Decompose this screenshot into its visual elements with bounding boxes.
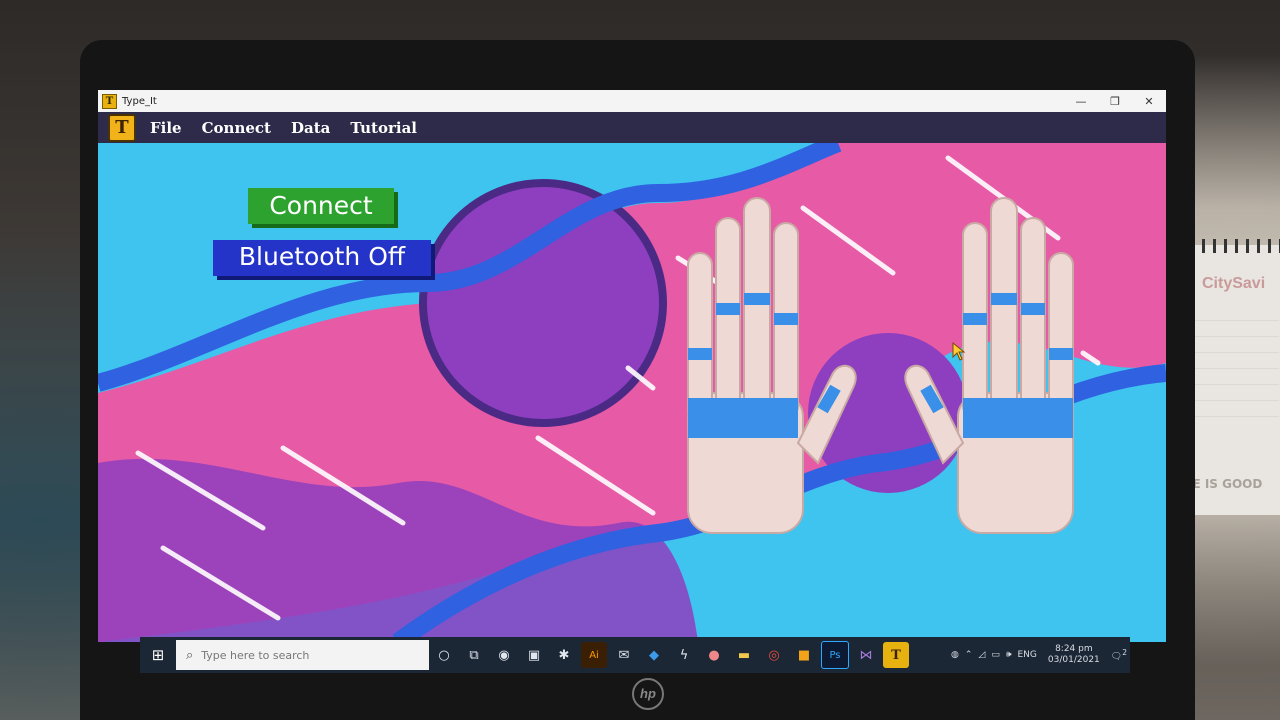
menu-connect[interactable]: Connect	[202, 119, 271, 137]
calendar-rings	[1180, 239, 1280, 253]
windows-logo-icon: ⊞	[151, 646, 165, 664]
left-finger-ring	[774, 313, 798, 325]
app-icon: T	[102, 93, 117, 109]
type-it-taskbar-icon[interactable]: T	[883, 642, 909, 668]
app-icon-misc[interactable]: ◉	[491, 642, 517, 668]
right-finger-ring	[991, 293, 1017, 305]
left-finger-ring	[744, 293, 770, 305]
bolt-icon[interactable]: ϟ	[671, 642, 697, 668]
app-logo: T	[108, 113, 136, 142]
left-finger	[687, 252, 713, 424]
main-canvas: Connect Bluetooth Off	[98, 143, 1166, 642]
menu-data[interactable]: Data	[291, 119, 330, 137]
mail-icon[interactable]: ✉	[611, 642, 637, 668]
menu-file[interactable]: File	[150, 119, 182, 137]
right-finger-ring	[1021, 303, 1045, 315]
clock[interactable]: 8:24 pm 03/01/2021	[1048, 644, 1100, 666]
volume-icon[interactable]: 🕪	[1006, 650, 1012, 660]
app-window: T Type_It — ❐ ✕ T File Connect Data Tuto…	[98, 90, 1166, 642]
close-button[interactable]: ✕	[1132, 95, 1166, 108]
search-placeholder: Type here to search	[201, 648, 310, 662]
calendar-brand: CitySavi	[1202, 275, 1266, 292]
right-finger-ring	[1049, 348, 1073, 360]
network-status-icon[interactable]: ◍	[951, 650, 959, 660]
file-explorer-icon[interactable]: ▬	[731, 642, 757, 668]
search-icon: ⌕	[186, 647, 194, 663]
visual-studio-icon[interactable]: ⋈	[853, 642, 879, 668]
window-title: Type_It	[122, 95, 157, 107]
chevron-up-icon[interactable]: ⌃	[965, 650, 973, 660]
clock-time: 8:24 pm	[1055, 644, 1093, 654]
notification-icon[interactable]: 🗨2	[1111, 648, 1127, 662]
language-indicator[interactable]: ENG	[1018, 650, 1037, 660]
left-finger	[715, 217, 741, 419]
system-tray: ◍ ⌃ ◿ ▭ 🕪 ENG 8:24 pm 03/01/2021 🗨2	[948, 644, 1130, 666]
bluetooth-toggle-button[interactable]: Bluetooth Off	[213, 240, 431, 276]
right-finger	[1020, 217, 1046, 419]
app-icon-misc[interactable]: ✱	[551, 642, 577, 668]
photoshop-icon[interactable]: Ps	[821, 641, 849, 669]
app-icon-misc[interactable]: ▣	[521, 642, 547, 668]
menu-tutorial[interactable]: Tutorial	[350, 119, 417, 137]
hp-logo-icon: hp	[632, 678, 664, 710]
wifi-icon[interactable]: ◿	[978, 650, 985, 660]
taskbar-search-box[interactable]: ⌕ Type here to search	[176, 640, 429, 670]
left-finger-ring	[688, 348, 712, 360]
right-wrist-band	[963, 398, 1073, 438]
illustrator-icon[interactable]: Ai	[581, 642, 607, 668]
task-view-icon[interactable]: ⧉	[461, 642, 487, 668]
start-button[interactable]: ⊞	[140, 637, 176, 673]
left-finger-ring	[716, 303, 740, 315]
app-icon-misc[interactable]: ■	[791, 642, 817, 668]
calendar-grid	[1184, 317, 1279, 417]
connect-button[interactable]: Connect	[248, 188, 394, 224]
menu-bar: T File Connect Data Tutorial	[98, 112, 1166, 143]
left-wrist-band	[688, 398, 798, 438]
chrome-icon[interactable]: ◎	[761, 642, 787, 668]
cortana-icon[interactable]: ○	[431, 642, 457, 668]
right-finger	[990, 197, 1018, 419]
title-bar: T Type_It — ❐ ✕	[98, 90, 1166, 112]
battery-icon[interactable]: ▭	[991, 650, 1000, 660]
minimize-button[interactable]: —	[1064, 95, 1098, 108]
clock-date: 03/01/2021	[1047, 655, 1100, 665]
notification-count: 2	[1122, 648, 1127, 657]
right-finger-ring	[963, 313, 987, 325]
left-finger	[743, 197, 771, 419]
right-finger	[1048, 252, 1074, 424]
windows-taskbar: ⊞ ⌕ Type here to search ○ ⧉ ◉ ▣ ✱ Ai ✉ ◆…	[140, 637, 1130, 673]
app-icon-misc[interactable]: ●	[701, 642, 727, 668]
dropbox-icon[interactable]: ◆	[641, 642, 667, 668]
restore-button[interactable]: ❐	[1098, 95, 1132, 108]
